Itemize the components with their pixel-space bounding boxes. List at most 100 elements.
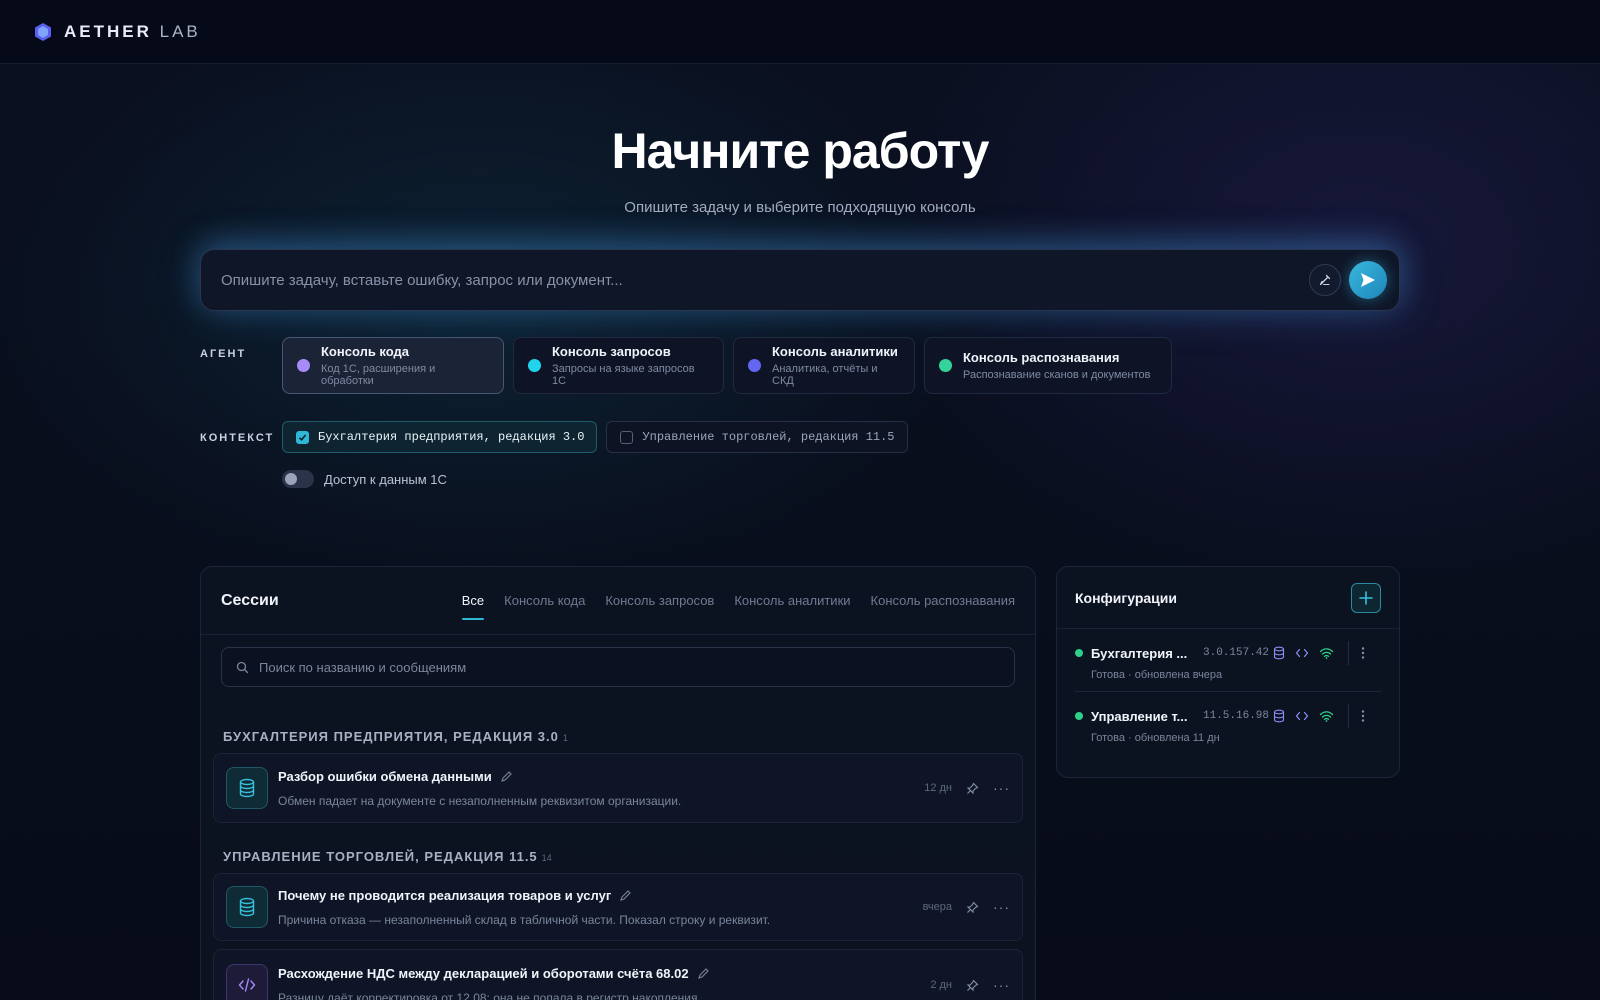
prompt-box xyxy=(200,249,1400,311)
wifi-icon xyxy=(1319,711,1334,722)
page-title: Начните работу xyxy=(611,123,990,179)
session-meta: вчера ··· xyxy=(923,899,1010,915)
pin-icon[interactable] xyxy=(966,901,979,914)
context-option-trade[interactable]: Управление торговлей, редакция 11.5 xyxy=(606,421,908,453)
edit-icon[interactable] xyxy=(619,889,632,902)
check-icon xyxy=(298,434,307,441)
configuration-item[interactable]: Бухгалтерия ... 3.0.157.42 Готова · обно… xyxy=(1075,629,1381,691)
data-access-label: Доступ к данным 1С xyxy=(324,471,447,487)
code-icon[interactable] xyxy=(1295,710,1309,722)
context-option-label: Бухгалтерия предприятия, редакция 3.0 xyxy=(318,430,585,444)
session-time: 2 дн xyxy=(930,979,952,991)
tab-query-console[interactable]: Консоль запросов xyxy=(605,567,714,634)
data-access-toggle-row: Доступ к данным 1С xyxy=(282,470,447,488)
pin-icon[interactable] xyxy=(966,979,979,992)
status-dot xyxy=(1075,649,1083,657)
edit-icon[interactable] xyxy=(697,967,710,980)
pin-icon[interactable] xyxy=(966,782,979,795)
session-time: вчера xyxy=(922,901,952,913)
send-button[interactable] xyxy=(1349,261,1387,299)
more-options-icon[interactable]: ··· xyxy=(993,899,1010,915)
sessions-header: Сессии Все Консоль кода Консоль запросов… xyxy=(201,567,1035,635)
session-item[interactable]: Почему не проводится реализация товаров … xyxy=(213,873,1023,941)
prompt-input[interactable] xyxy=(221,271,1309,289)
session-type-badge xyxy=(226,886,268,928)
session-item[interactable]: Разбор ошибки обмена данными Обмен падае… xyxy=(213,753,1023,823)
session-type-badge xyxy=(226,767,268,809)
agent-description: Запросы на языке запросов 1С xyxy=(552,363,695,387)
agent-query-console[interactable]: Консоль запросов Запросы на языке запрос… xyxy=(513,337,724,394)
agent-color-dot xyxy=(297,359,310,372)
configurations-title: Конфигурации xyxy=(1075,589,1177,606)
session-search xyxy=(221,647,1015,687)
send-icon xyxy=(1361,273,1375,287)
checkbox[interactable] xyxy=(296,430,309,444)
data-access-toggle[interactable] xyxy=(282,470,314,488)
tab-analytics-console[interactable]: Консоль аналитики xyxy=(734,567,850,634)
agent-selector: Консоль кода Код 1С, расширения и обрабо… xyxy=(282,337,1172,394)
agent-title: Консоль запросов xyxy=(552,344,671,359)
code-icon[interactable] xyxy=(1295,647,1309,659)
pen-icon xyxy=(1319,274,1331,286)
session-title: Почему не проводится реализация товаров … xyxy=(278,888,923,903)
more-options-icon[interactable]: ··· xyxy=(993,977,1010,993)
sessions-panel: Сессии Все Консоль кода Консоль запросов… xyxy=(200,566,1036,1000)
agent-description: Код 1С, расширения и обработки xyxy=(321,363,436,387)
divider xyxy=(1348,704,1349,728)
tab-code-console[interactable]: Консоль кода xyxy=(504,567,585,634)
sessions-title: Сессии xyxy=(221,591,279,609)
more-options-icon[interactable]: ··· xyxy=(993,780,1010,796)
configurations-panel: Конфигурации Бухгалтерия ... 3.0.157.42 xyxy=(1056,566,1400,778)
agent-label: АГЕНТ xyxy=(200,348,247,360)
checkbox[interactable] xyxy=(620,430,634,444)
session-search-input[interactable] xyxy=(259,659,1014,675)
edit-icon[interactable] xyxy=(500,770,513,783)
configuration-version: 3.0.157.42 xyxy=(1203,647,1270,659)
top-bar: AETHER LAB xyxy=(0,0,1600,64)
agent-description: Распознавание сканов и документов xyxy=(963,369,1151,381)
draw-button[interactable] xyxy=(1309,264,1341,296)
hexagon-logo-icon xyxy=(35,22,51,41)
sessions-tabs: Все Консоль кода Консоль запросов Консол… xyxy=(461,567,1015,634)
session-description: Причина отказа — незаполненный склад в т… xyxy=(278,912,771,927)
tab-recognition-console[interactable]: Консоль распознавания xyxy=(871,567,1015,634)
session-description: Обмен падает на документе с незаполненны… xyxy=(278,793,682,808)
session-item[interactable]: Расхождение НДС между декларацией и обор… xyxy=(213,949,1023,1000)
kebab-menu-icon[interactable] xyxy=(1361,646,1365,660)
configuration-status: Готова · обновлена 11 дн xyxy=(1091,732,1220,744)
wifi-icon xyxy=(1319,648,1334,659)
database-icon[interactable] xyxy=(1273,709,1285,723)
agent-title: Консоль кода xyxy=(321,344,410,359)
agent-analytics-console[interactable]: Консоль аналитики Аналитика, отчёты и СК… xyxy=(733,337,915,394)
session-description: Разницу даёт корректировка от 12.08: она… xyxy=(278,990,701,1000)
configuration-name: Управление т... xyxy=(1091,708,1188,724)
session-group-count: 14 xyxy=(541,853,552,863)
add-configuration-button[interactable] xyxy=(1351,582,1381,613)
divider xyxy=(1348,641,1349,665)
session-time: 12 дн xyxy=(924,782,952,794)
configuration-status: Готова · обновлена вчера xyxy=(1091,669,1223,681)
agent-description: Аналитика, отчёты и СКД xyxy=(772,363,878,387)
database-icon[interactable] xyxy=(1273,646,1285,660)
toggle-knob xyxy=(285,473,297,485)
agent-title: Консоль распознавания xyxy=(963,350,1120,365)
context-option-label: Управление торговлей, редакция 11.5 xyxy=(642,430,895,444)
context-option-accounting[interactable]: Бухгалтерия предприятия, редакция 3.0 xyxy=(282,421,598,453)
session-title: Разбор ошибки обмена данными xyxy=(278,769,924,784)
configuration-item[interactable]: Управление т... 11.5.16.98 Готова · обно… xyxy=(1075,691,1381,754)
tab-all[interactable]: Все xyxy=(461,567,485,634)
code-icon xyxy=(238,978,256,992)
agent-recognition-console[interactable]: Консоль распознавания Распознавание скан… xyxy=(924,337,1172,394)
status-dot xyxy=(1075,712,1083,720)
kebab-menu-icon[interactable] xyxy=(1361,709,1365,723)
logo[interactable]: AETHER LAB xyxy=(34,22,201,42)
session-meta: 2 дн ··· xyxy=(930,977,1010,993)
session-type-badge xyxy=(226,964,268,1000)
database-icon xyxy=(239,897,255,917)
search-icon xyxy=(236,661,249,673)
session-meta: 12 дн ··· xyxy=(924,780,1010,796)
agent-color-dot xyxy=(528,359,541,372)
configurations-header: Конфигурации xyxy=(1057,567,1399,629)
session-group-count: 1 xyxy=(562,733,568,743)
agent-code-console[interactable]: Консоль кода Код 1С, расширения и обрабо… xyxy=(282,337,504,394)
